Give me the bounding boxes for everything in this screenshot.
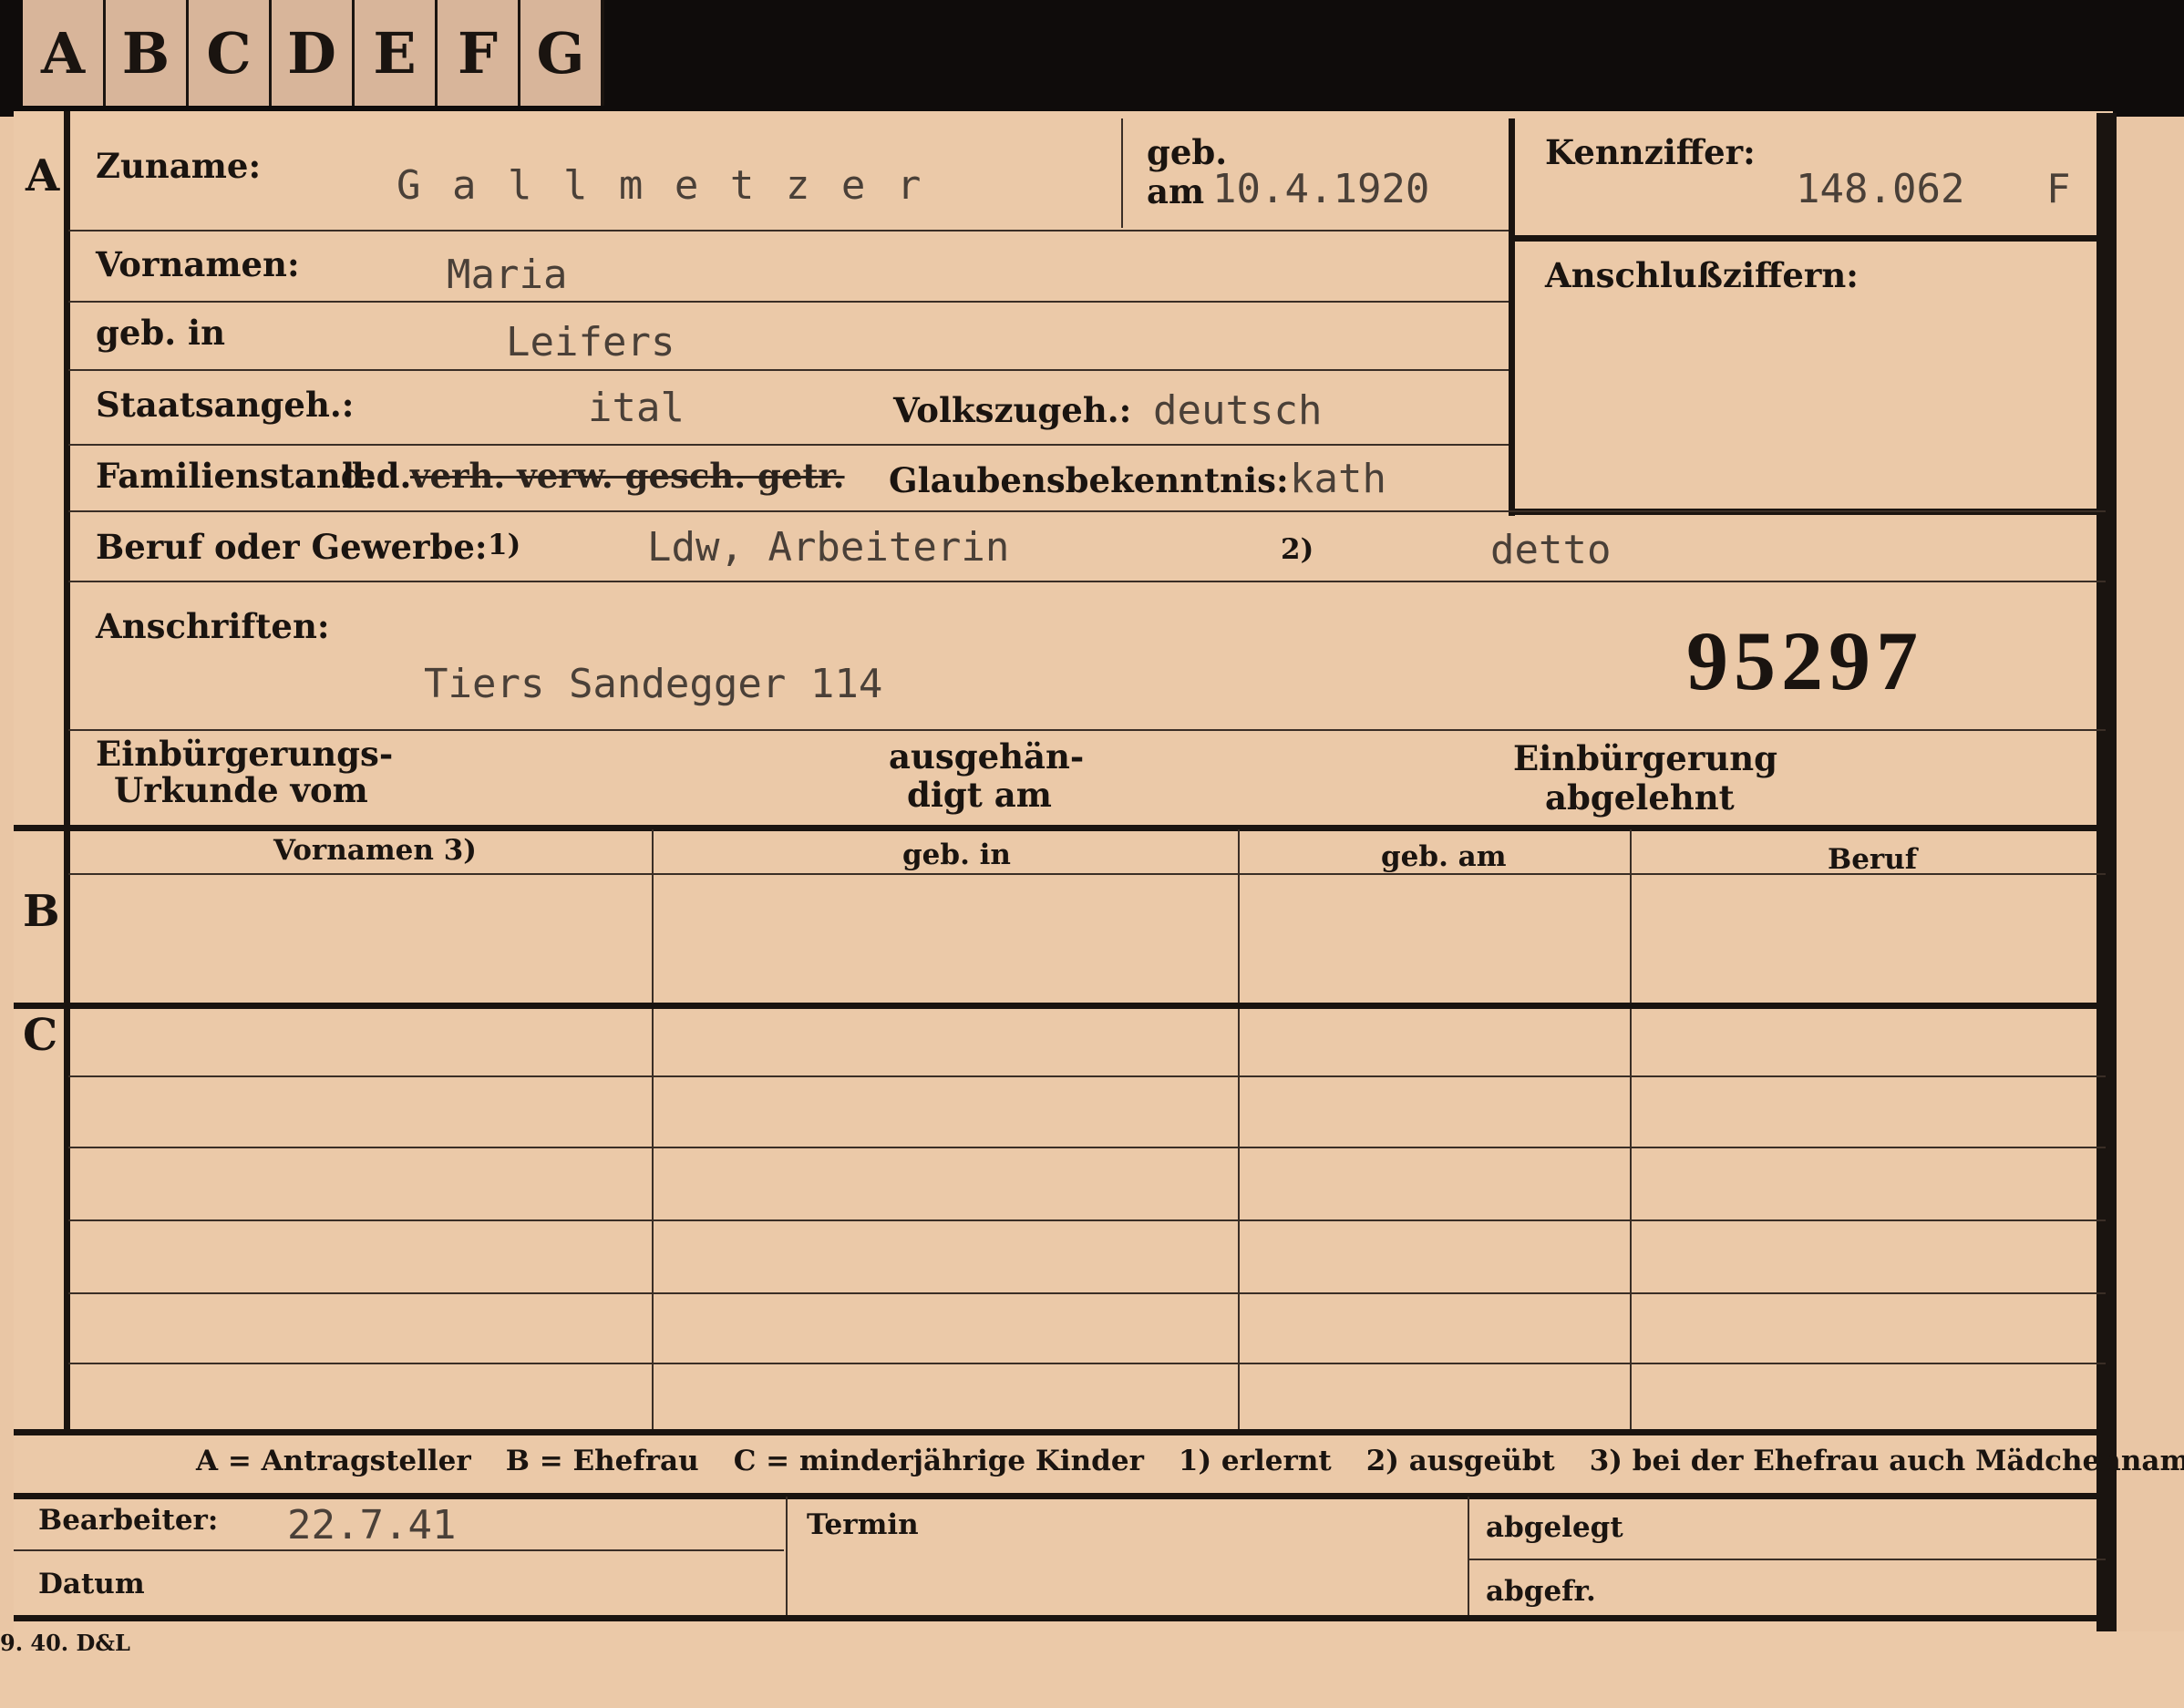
given-names-label: Vornamen: — [96, 244, 300, 284]
occupation-note-1: 1) — [488, 529, 521, 561]
index-tabs: ABCDEFG — [23, 0, 604, 106]
surname-value: G a l l m e t z e r — [397, 162, 925, 209]
col-header-given-names: Vornamen 3) — [273, 834, 477, 867]
footer-col-line-1 — [786, 1497, 788, 1615]
section-a-mark: A — [26, 150, 60, 201]
section-c-mark: C — [23, 1010, 58, 1061]
row-line-3 — [68, 369, 1509, 371]
legend-note-2: 2) ausgeübt — [1365, 1445, 1555, 1477]
marital-options-struck: verh. verw. gesch. getr. — [410, 456, 845, 496]
kennziffer-value: 148.062 — [1796, 166, 1965, 212]
birthplace-label: geb. in — [96, 313, 226, 353]
child-row-line-5 — [68, 1363, 2106, 1364]
religion-label: Glaubensbekenntnis: — [889, 460, 1289, 500]
anschluss-label: Anschlußziffern: — [1545, 255, 1859, 295]
occupation-note-2: 2) — [1281, 533, 1314, 566]
termin-label: Termin — [807, 1508, 919, 1541]
row-line-4 — [68, 444, 1509, 446]
index-tab-f: F — [435, 0, 518, 106]
row-line-2 — [68, 301, 1509, 303]
ethnicity-label: Volkszugeh.: — [893, 390, 1132, 430]
section-c-top — [14, 1003, 2106, 1009]
index-tab-g: G — [518, 0, 601, 106]
legend-top — [14, 1429, 2106, 1435]
id-box-divider — [1513, 235, 2106, 242]
footer-top — [14, 1493, 2106, 1499]
legend-b: B = Ehefrau — [505, 1445, 699, 1477]
col-header-occupation: Beruf — [1828, 843, 1918, 876]
col-header-birthplace: geb. in — [902, 839, 1011, 871]
abgefr-label: abgefr. — [1486, 1575, 1596, 1608]
footer-left-divider — [14, 1549, 784, 1551]
legend-a: A = Antragsteller — [196, 1445, 471, 1477]
printer-mark: 9. 40. D&L — [0, 1630, 130, 1656]
surname-label: Zuname: — [96, 146, 262, 186]
record-card — [14, 111, 2113, 1633]
child-row-line-3 — [68, 1219, 2106, 1221]
child-row-line-4 — [68, 1292, 2106, 1294]
bottom-margin — [0, 1631, 2184, 1708]
table-header-line — [68, 873, 2106, 875]
row-line-5 — [68, 510, 2106, 512]
bearbeiter-label: Bearbeiter: — [38, 1504, 219, 1537]
address-label: Anschriften: — [96, 606, 330, 646]
religion-value: kath — [1290, 456, 1386, 502]
bearbeiter-value: 22.7.41 — [287, 1502, 457, 1549]
table-col-line-1 — [652, 829, 654, 1431]
row-line-6 — [68, 581, 2106, 582]
table-col-line-2 — [1238, 829, 1240, 1431]
section-b-top — [14, 825, 2106, 831]
handed-label-1: ausgehän- — [889, 736, 1085, 777]
birth-date: 10.4.1920 — [1212, 166, 1430, 212]
marital-label: Familienstand: — [96, 456, 377, 496]
section-divider-left — [64, 111, 70, 1433]
kennziffer-label: Kennziffer: — [1545, 132, 1756, 172]
citizenship-value: ital — [588, 385, 685, 431]
index-tab-d: D — [269, 0, 352, 106]
row-line-1 — [68, 230, 1509, 232]
occupation-label: Beruf oder Gewerbe: — [96, 527, 488, 567]
table-col-line-3 — [1630, 829, 1632, 1431]
citizenship-label: Staatsangeh.: — [96, 385, 355, 425]
stamp-number: 95297 — [1686, 614, 1923, 707]
footer-right-divider — [1469, 1559, 2106, 1560]
legend-note-3: 3) bei der Ehefrau auch Mädchenname — [1589, 1445, 2184, 1477]
card-bottom-border — [14, 1615, 2110, 1621]
index-tab-a: A — [40, 19, 86, 87]
marital-option-single: led. — [342, 456, 412, 496]
naturalization-doc-label-2: Urkunde vom — [114, 770, 368, 810]
child-row-line-1 — [68, 1075, 2106, 1077]
occupation-value-1: Ldw, Arbeiterin — [647, 524, 1010, 571]
abgelegt-label: abgelegt — [1486, 1511, 1623, 1544]
section-b-mark: B — [23, 886, 60, 937]
legend: A = Antragsteller B = Ehefrau C = minder… — [196, 1445, 2184, 1477]
address-value: Tiers Sandegger 114 — [424, 661, 883, 707]
birth-am-label: am — [1147, 171, 1205, 211]
index-tab-b: B — [103, 0, 186, 106]
occupation-value-2: detto — [1490, 527, 1612, 573]
naturalization-doc-label-1: Einbürgerungs- — [96, 734, 394, 774]
legend-note-1: 1) erlernt — [1178, 1445, 1332, 1477]
handed-label-2: digt am — [907, 775, 1052, 815]
birth-divider — [1121, 118, 1123, 228]
card-right-border — [2096, 113, 2117, 1641]
index-tab-e: E — [352, 0, 435, 106]
kennziffer-suffix: F — [2046, 166, 2071, 212]
id-box-left-border — [1509, 118, 1515, 516]
footer-col-line-2 — [1468, 1497, 1469, 1615]
refused-label-1: Einbürgerung — [1513, 738, 1778, 778]
ethnicity-value: deutsch — [1153, 387, 1323, 434]
refused-label-2: abgelehnt — [1545, 777, 1735, 818]
index-tab-c: C — [186, 0, 269, 106]
row-line-7 — [68, 729, 2106, 731]
datum-label: Datum — [38, 1568, 145, 1600]
col-header-birthdate: geb. am — [1381, 840, 1507, 873]
given-names-value: Maria — [447, 252, 568, 298]
child-row-line-2 — [68, 1147, 2106, 1148]
legend-c: C = minderjährige Kinder — [733, 1445, 1144, 1477]
birthplace-value: Leifers — [506, 319, 675, 365]
